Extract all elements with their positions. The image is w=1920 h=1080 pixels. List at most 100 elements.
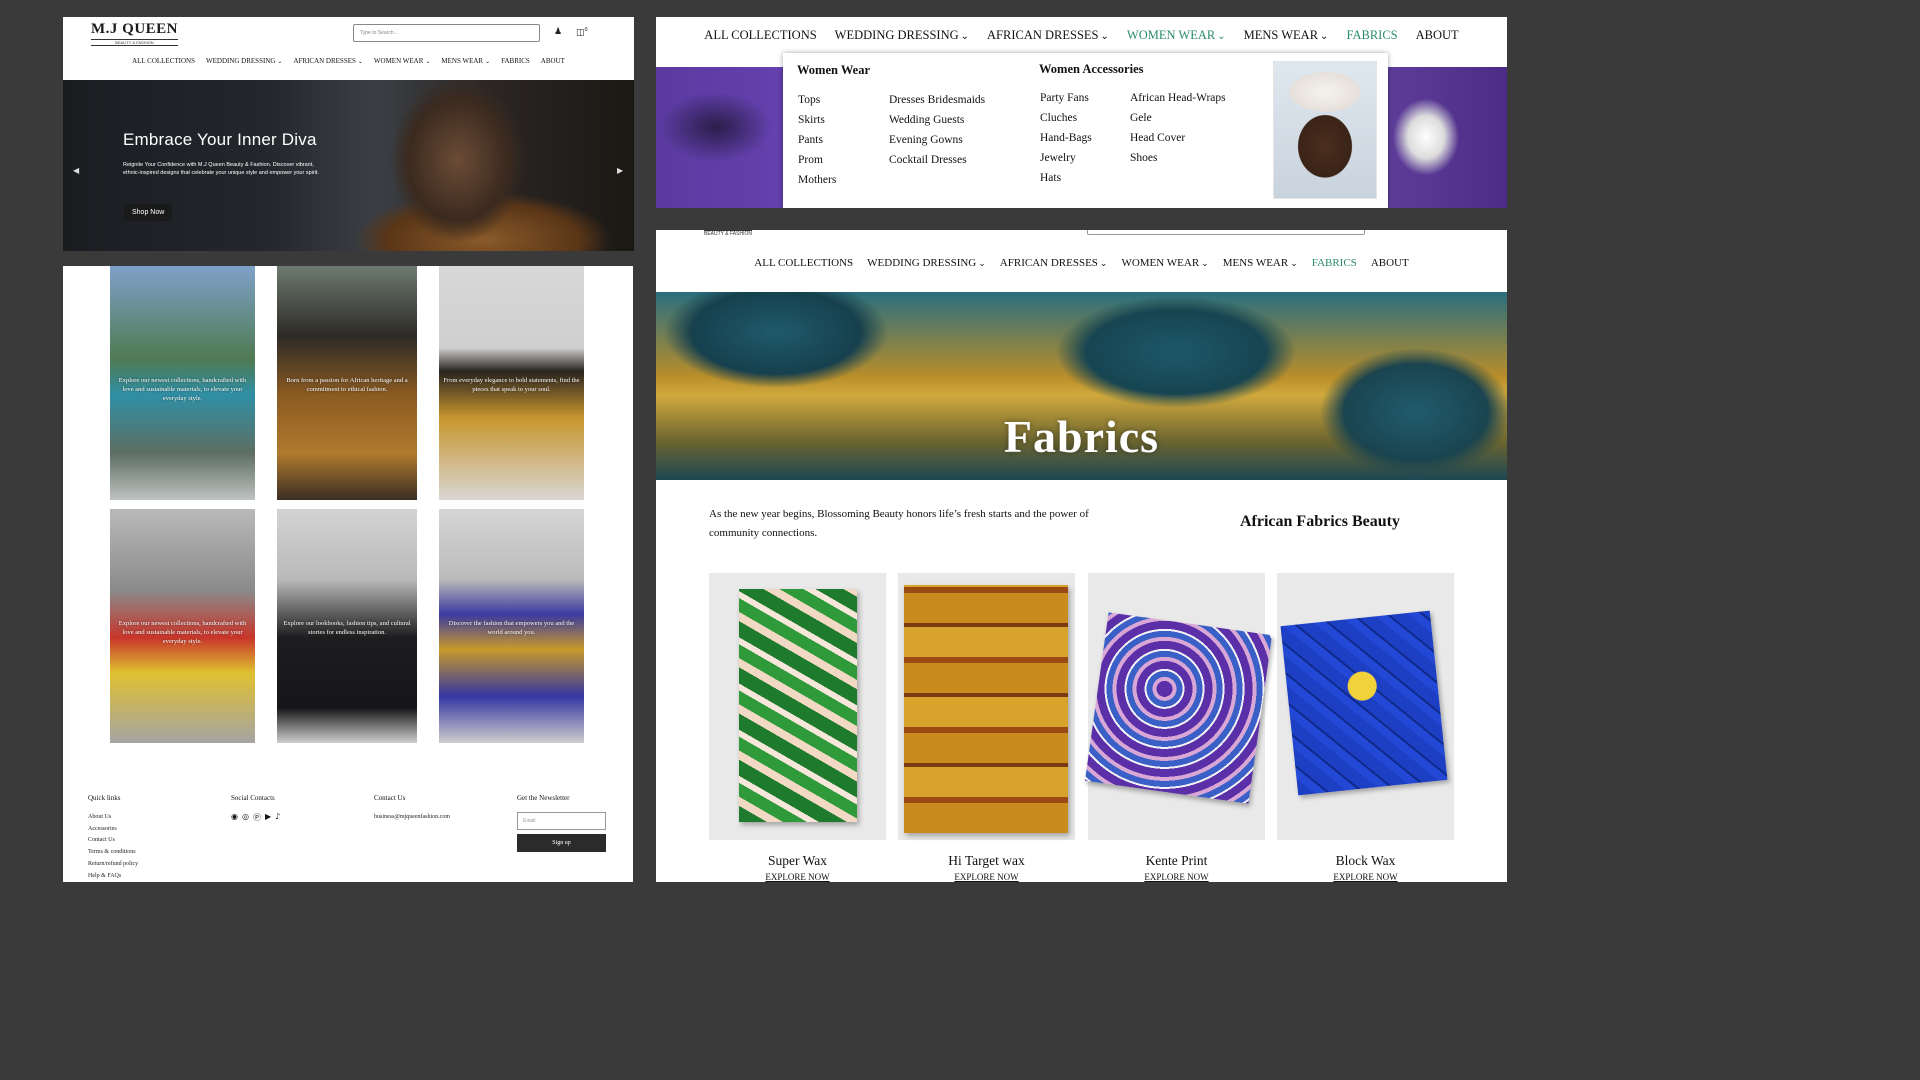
gallery-tile[interactable]: Born from a passion for African heritage… bbox=[277, 266, 417, 500]
women-wear-dropdown: Women Wear Tops Skirts Pants Prom Mother… bbox=[783, 53, 1388, 208]
nav-fabrics[interactable]: FABRICS bbox=[1312, 257, 1357, 269]
contact-email[interactable]: business@mjqueenfashion.com bbox=[374, 812, 450, 824]
nav-mens-wear[interactable]: MENS WEAR ⌄ bbox=[1244, 28, 1329, 43]
chevron-down-icon: ⌄ bbox=[978, 259, 986, 269]
explore-now-link[interactable]: EXPLORE NOW bbox=[709, 872, 886, 882]
menu-item-head-wraps[interactable]: African Head-Wraps bbox=[1130, 88, 1226, 108]
product-card[interactable]: Kente Print EXPLORE NOW bbox=[1084, 573, 1273, 882]
nav-wedding-dressing[interactable]: WEDDING DRESSING ⌄ bbox=[835, 28, 969, 43]
gallery-tile[interactable]: Explore our newest collections, handcraf… bbox=[110, 509, 255, 743]
explore-now-link[interactable]: EXPLORE NOW bbox=[1277, 872, 1454, 882]
nav-african-dresses[interactable]: AFRICAN DRESSES ⌄ bbox=[293, 57, 362, 65]
nav-all-collections[interactable]: ALL COLLECTIONS bbox=[132, 57, 195, 65]
footer-newsletter: Get the Newsletter Email Sign up bbox=[517, 794, 606, 852]
tiktok-icon[interactable]: ♪ bbox=[275, 812, 280, 823]
hero-banner: Embrace Your Inner Diva Reignite Your Co… bbox=[63, 80, 634, 251]
menu-item-wedding-guests[interactable]: Wedding Guests bbox=[889, 110, 985, 130]
explore-now-link[interactable]: EXPLORE NOW bbox=[898, 872, 1075, 882]
menu-item-cocktail-dresses[interactable]: Cocktail Dresses bbox=[889, 150, 985, 170]
logo-tagline: BEAUTY & FASHION bbox=[91, 39, 178, 46]
menu-item-hats[interactable]: Hats bbox=[1040, 168, 1092, 188]
product-image[interactable] bbox=[1084, 573, 1273, 840]
menu-item-skirts[interactable]: Skirts bbox=[798, 110, 836, 130]
product-image[interactable] bbox=[898, 573, 1075, 840]
nav-african-dresses[interactable]: AFRICAN DRESSES ⌄ bbox=[1000, 257, 1108, 269]
nav-all-collections[interactable]: ALL COLLECTIONS bbox=[704, 28, 816, 43]
nav-women-wear[interactable]: WOMEN WEAR ⌄ bbox=[374, 57, 430, 65]
tile-caption: Discover the fashion that empowers you a… bbox=[448, 619, 575, 636]
nav-women-wear[interactable]: WOMEN WEAR ⌄ bbox=[1121, 257, 1208, 269]
search-input[interactable]: Type to Search... bbox=[353, 24, 540, 42]
gallery-tile[interactable]: Explore our lookbooks, fashion tips, and… bbox=[277, 509, 417, 743]
menu-item-evening-gowns[interactable]: Evening Gowns bbox=[889, 130, 985, 150]
nav-about[interactable]: ABOUT bbox=[1416, 28, 1459, 43]
nav-wedding-dressing[interactable]: WEDDING DRESSING ⌄ bbox=[206, 57, 282, 65]
footer-link-accessories[interactable]: Accessories bbox=[88, 824, 138, 836]
product-card[interactable]: Super Wax EXPLORE NOW bbox=[709, 573, 886, 882]
logo-name: M.J QUEEN bbox=[91, 21, 178, 37]
nav-wedding-dressing[interactable]: WEDDING DRESSING ⌄ bbox=[867, 257, 986, 269]
home-header-hero-panel: M.J QUEEN BEAUTY & FASHION Type to Searc… bbox=[63, 17, 634, 251]
menu-item-hand-bags[interactable]: Hand-Bags bbox=[1040, 128, 1092, 148]
menu-item-tops[interactable]: Tops bbox=[798, 90, 836, 110]
shop-now-button[interactable]: Shop Now bbox=[124, 204, 173, 221]
product-card[interactable]: Hi Target wax EXPLORE NOW bbox=[898, 573, 1075, 882]
search-input[interactable] bbox=[1087, 230, 1365, 235]
menu-item-head-cover[interactable]: Head Cover bbox=[1130, 128, 1226, 148]
user-icon[interactable]: ♟ bbox=[554, 27, 562, 37]
product-image[interactable] bbox=[709, 573, 886, 840]
product-card[interactable]: Block Wax EXPLORE NOW bbox=[1277, 573, 1454, 882]
site-logo[interactable]: M.J QUEEN BEAUTY & FASHION bbox=[91, 21, 178, 46]
product-image[interactable] bbox=[1277, 573, 1454, 840]
newsletter-signup-button[interactable]: Sign up bbox=[517, 834, 606, 852]
nav-label: MENS WEAR bbox=[1243, 28, 1319, 42]
footer-link-contact[interactable]: Contact Us bbox=[88, 835, 138, 847]
main-nav: ALL COLLECTIONS WEDDING DRESSING ⌄ AFRICA… bbox=[656, 28, 1507, 43]
instagram-icon[interactable]: ◎ bbox=[242, 812, 249, 823]
menu-item-pants[interactable]: Pants bbox=[798, 130, 836, 150]
menu-item-shoes[interactable]: Shoes bbox=[1130, 148, 1226, 168]
newsletter-email-input[interactable]: Email bbox=[517, 812, 606, 830]
nav-about[interactable]: ABOUT bbox=[1371, 257, 1409, 269]
nav-african-dresses[interactable]: AFRICAN DRESSES ⌄ bbox=[987, 28, 1109, 43]
menu-item-gele[interactable]: Gele bbox=[1130, 108, 1226, 128]
nav-all-collections[interactable]: ALL COLLECTIONS bbox=[754, 257, 853, 269]
product-name: Kente Print bbox=[1145, 853, 1208, 868]
chevron-down-icon: ⌄ bbox=[1201, 259, 1209, 269]
menu-item-cluches[interactable]: Cluches bbox=[1040, 108, 1092, 128]
cart-icon[interactable]: ◫0 bbox=[576, 27, 588, 38]
chevron-down-icon: ⌄ bbox=[357, 58, 363, 65]
nav-women-wear[interactable]: WOMEN WEAR ⌄ bbox=[1127, 28, 1226, 43]
nav-fabrics[interactable]: FABRICS bbox=[1346, 28, 1397, 43]
menu-item-mothers[interactable]: Mothers bbox=[798, 170, 836, 190]
footer-link-refund[interactable]: Return/refund policy bbox=[88, 859, 138, 871]
fabric-swatch bbox=[1084, 612, 1273, 804]
footer-link-terms[interactable]: Terms & conditions bbox=[88, 847, 138, 859]
dropdown-promo-image[interactable] bbox=[1273, 61, 1377, 199]
gallery-tile[interactable]: From everyday elegance to bold statement… bbox=[439, 266, 584, 500]
nav-mens-wear[interactable]: MENS WEAR ⌄ bbox=[1223, 257, 1298, 269]
carousel-next-icon[interactable]: ▶ bbox=[617, 166, 623, 175]
menu-item-bridesmaids[interactable]: Dresses Bridesmaids bbox=[889, 90, 985, 110]
main-nav: ALL COLLECTIONS WEDDING DRESSING ⌄ AFRICA… bbox=[656, 257, 1507, 269]
pinterest-icon[interactable]: Ⓟ bbox=[253, 812, 261, 823]
footer-link-help[interactable]: Help & FAQs bbox=[88, 871, 138, 882]
explore-now-link[interactable]: EXPLORE NOW bbox=[1088, 872, 1265, 882]
facebook-icon[interactable]: ◉ bbox=[231, 812, 238, 823]
gallery-tile[interactable]: Discover the fashion that empowers you a… bbox=[439, 509, 584, 743]
fabric-swatch bbox=[1280, 610, 1448, 796]
menu-item-party-fans[interactable]: Party Fans bbox=[1040, 88, 1092, 108]
menu-item-jewelry[interactable]: Jewelry bbox=[1040, 148, 1092, 168]
chevron-down-icon: ⌄ bbox=[960, 31, 970, 42]
gallery-tile[interactable]: Explore our newest collections, handcraf… bbox=[110, 266, 255, 500]
nav-about[interactable]: ABOUT bbox=[541, 57, 565, 65]
footer-link-about[interactable]: About Us bbox=[88, 812, 138, 824]
nav-fabrics[interactable]: FABRICS bbox=[501, 57, 530, 65]
chevron-down-icon: ⌄ bbox=[1099, 259, 1108, 269]
nav-label: AFRICAN DRESSES bbox=[987, 28, 1099, 42]
chevron-down-icon: ⌄ bbox=[1320, 31, 1329, 42]
youtube-icon[interactable]: ▶ bbox=[265, 812, 271, 823]
nav-mens-wear[interactable]: MENS WEAR ⌄ bbox=[441, 57, 490, 65]
menu-item-prom[interactable]: Prom bbox=[798, 150, 836, 170]
carousel-prev-icon[interactable]: ◀ bbox=[73, 166, 79, 175]
